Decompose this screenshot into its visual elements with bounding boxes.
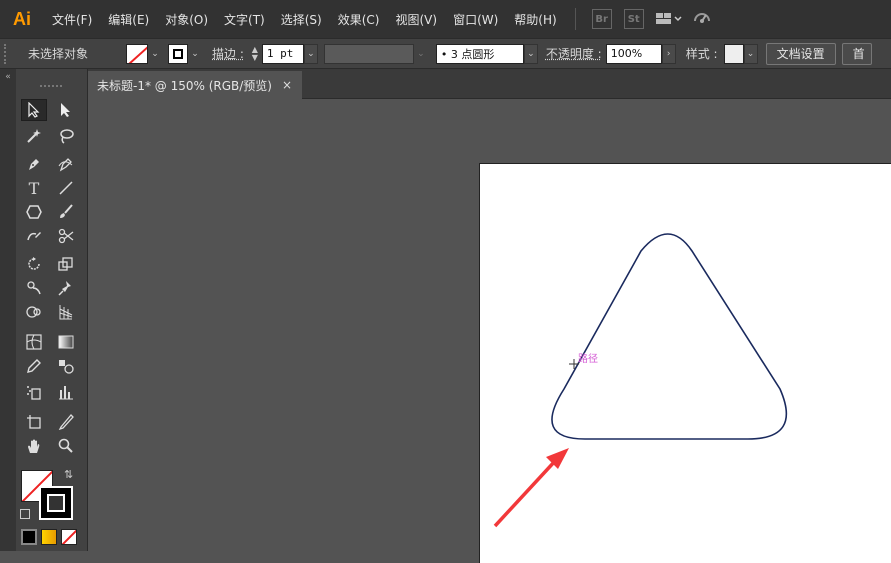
stroke-weight-input[interactable]: 1 pt [261, 43, 304, 64]
menu-file[interactable]: 文件(F) [44, 11, 100, 28]
variable-width-profile[interactable] [323, 43, 414, 64]
hand-tool-icon[interactable] [21, 435, 47, 457]
gradient-tool-icon[interactable] [53, 331, 79, 353]
curvature-tool-icon[interactable] [53, 153, 79, 175]
none-mode-slash-icon [62, 530, 76, 544]
shape-builder-tool-icon[interactable] [21, 301, 47, 323]
symbol-sprayer-tool-icon[interactable] [21, 381, 47, 403]
stroke-swatch[interactable] [168, 43, 188, 64]
collapse-icon[interactable]: « [0, 72, 16, 82]
bridge-button[interactable]: Br [591, 9, 612, 29]
stroke-square-icon [173, 48, 183, 59]
stroke-label: 描边 : [212, 47, 244, 61]
menu-select[interactable]: 选择(S) [273, 11, 330, 28]
toolbox-grip[interactable] [40, 85, 62, 88]
panel-grip[interactable] [4, 43, 14, 64]
menu-view[interactable]: 视图(V) [387, 11, 445, 28]
pen-tool-icon[interactable] [21, 153, 47, 175]
opacity-input[interactable]: 100% [605, 43, 662, 64]
direct-selection-tool-icon[interactable] [53, 99, 79, 121]
selection-tool-icon[interactable] [21, 99, 47, 121]
stroke-inner-icon [47, 494, 65, 512]
line-segment-tool-icon[interactable] [53, 177, 79, 199]
default-colors-icon[interactable] [20, 509, 30, 519]
brush-definition[interactable]: • 3 点圆形 [435, 43, 524, 64]
document-tab-title: 未标题-1* @ 150% (RGB/预览) [97, 78, 272, 93]
document-setup-button[interactable]: 文档设置 [765, 42, 836, 65]
none-fill-icon [127, 44, 147, 63]
type-tool-icon[interactable]: T [21, 177, 47, 199]
perspective-grid-tool-icon[interactable] [53, 301, 79, 323]
opacity-label: 不透明度 : [545, 47, 602, 61]
artboard-tool-icon[interactable] [21, 411, 47, 433]
gradient-mode-button[interactable] [41, 529, 57, 545]
blend-tool-icon[interactable] [53, 355, 79, 377]
stroke-color-widget[interactable] [39, 486, 73, 520]
swap-fill-stroke-icon[interactable]: ⇅ [64, 468, 73, 481]
annotation-arrow-shaft [493, 458, 558, 528]
slice-tool-icon[interactable] [53, 411, 79, 433]
stepper-down-icon: ▼ [251, 52, 258, 62]
selection-status: 未选择对象 [28, 47, 89, 61]
stroke-dropdown-icon[interactable]: ⌄ [188, 44, 202, 64]
style-swatch[interactable] [723, 43, 744, 64]
zoom-tool-icon[interactable] [53, 435, 79, 457]
rotate-tool-icon[interactable] [21, 253, 47, 275]
paintbrush-tool-icon[interactable] [53, 201, 79, 223]
none-mode-button[interactable] [61, 529, 77, 545]
eyedropper-tool-icon[interactable] [21, 355, 47, 377]
document-tab-bar: 未标题-1* @ 150% (RGB/预览) × [88, 69, 891, 99]
shaper-tool-icon[interactable] [21, 225, 47, 247]
scale-tool-icon[interactable] [53, 253, 79, 275]
color-mode-button[interactable] [21, 529, 37, 545]
app-logo: Ai [13, 8, 31, 29]
fill-dropdown-icon[interactable]: ⌄ [148, 44, 162, 64]
scissors-tool-icon[interactable] [53, 225, 79, 247]
menu-help[interactable]: 帮助(H) [506, 11, 564, 28]
column-graph-tool-icon[interactable] [53, 381, 79, 403]
close-tab-icon[interactable]: × [282, 78, 292, 92]
style-dropdown-icon[interactable]: ⌄ [743, 43, 758, 64]
pin-tool-icon[interactable] [53, 277, 79, 299]
left-dock-strip: « [0, 69, 16, 551]
gpu-performance-icon[interactable] [690, 9, 714, 29]
puppet-warp-tool-icon[interactable] [21, 277, 47, 299]
menu-edit[interactable]: 编辑(E) [100, 11, 157, 28]
style-label: 样式 : [685, 47, 718, 61]
fill-swatch[interactable] [126, 43, 148, 64]
control-panel: 未选择对象 ⌄ ⌄ 描边 : ▲ ▼ 1 pt ⌄ ⌄ • 3 点圆形 ⌄ 不透明… [0, 38, 891, 69]
rounded-triangle-path[interactable] [551, 233, 788, 440]
menu-effect[interactable]: 效果(C) [330, 11, 388, 28]
document-tab[interactable]: 未标题-1* @ 150% (RGB/预览) × [88, 71, 302, 99]
brush-dropdown-icon[interactable]: ⌄ [523, 43, 538, 64]
canvas-overlay: 路径 [493, 233, 788, 528]
canvas-area[interactable]: 路径 [88, 99, 891, 563]
smart-guide-label: 路径 [578, 352, 598, 365]
arrange-documents-icon[interactable] [654, 9, 684, 29]
stroke-weight-dropdown-icon[interactable]: ⌄ [303, 43, 318, 64]
menu-object[interactable]: 对象(O) [157, 11, 216, 28]
lasso-tool-icon[interactable] [53, 125, 79, 147]
menu-window[interactable]: 窗口(W) [445, 11, 506, 28]
menu-type[interactable]: 文字(T) [216, 11, 273, 28]
tools-panel: T ⇅ [16, 69, 88, 551]
stock-button[interactable]: St [623, 9, 644, 29]
opacity-arrow-icon[interactable]: › [661, 43, 676, 64]
shape-tool-icon[interactable] [21, 201, 47, 223]
stroke-stepper[interactable]: ▲ ▼ [248, 44, 262, 64]
mesh-tool-icon[interactable] [21, 331, 47, 353]
menu-divider [574, 8, 576, 30]
preferences-button[interactable]: 首 [841, 42, 872, 65]
magic-wand-tool-icon[interactable] [21, 125, 47, 147]
profile-dropdown-icon[interactable]: ⌄ [414, 44, 428, 64]
menu-bar: Ai 文件(F) 编辑(E) 对象(O) 文字(T) 选择(S) 效果(C) 视… [0, 0, 891, 38]
